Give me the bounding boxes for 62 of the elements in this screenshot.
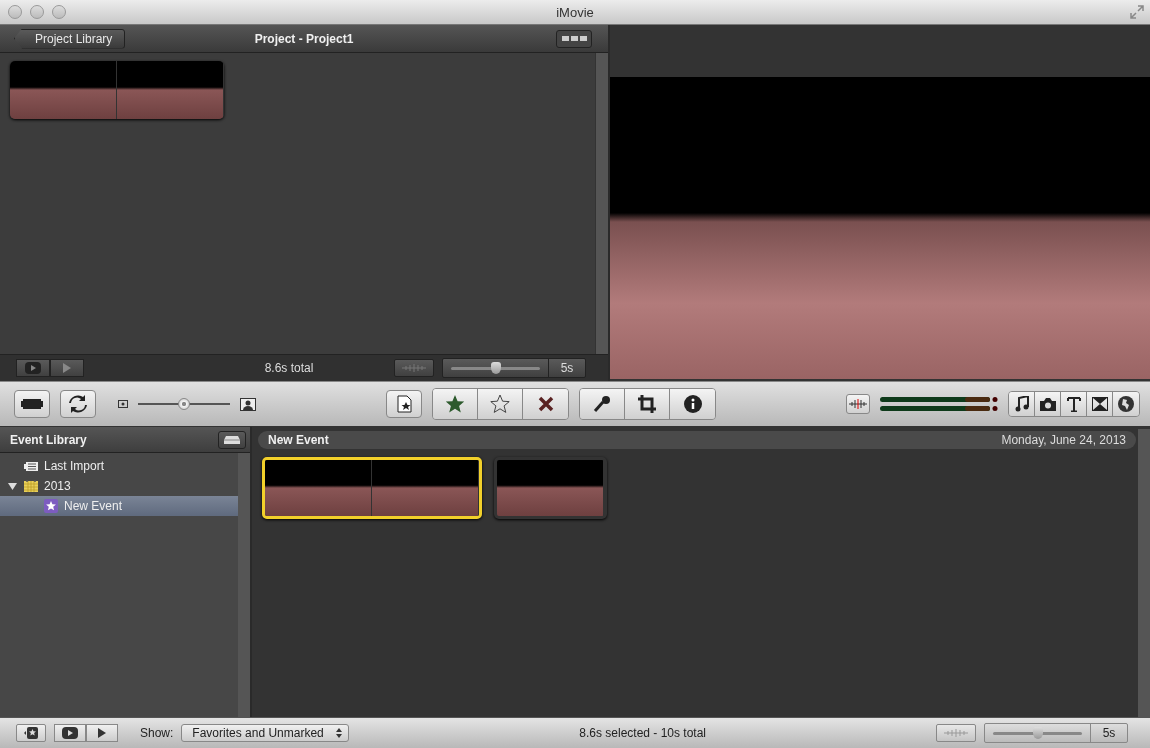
project-library-button[interactable]: Project Library — [14, 28, 126, 49]
small-thumbnail-icon — [118, 400, 128, 408]
window-title: iMovie — [556, 4, 594, 20]
scrollbar[interactable] — [1138, 429, 1150, 717]
camera-icon[interactable] — [1035, 392, 1061, 416]
add-to-project-button[interactable] — [386, 390, 422, 418]
show-favorites-button[interactable] — [16, 724, 46, 742]
info-icon[interactable] — [670, 389, 715, 419]
crop-icon[interactable] — [625, 389, 670, 419]
event-library-item[interactable]: 2013 — [0, 476, 238, 496]
event-date: Monday, June 24, 2013 — [1001, 433, 1126, 447]
scrollbar[interactable] — [595, 53, 608, 354]
event-library-item[interactable]: New Event — [0, 496, 238, 516]
waveform-toggle-button[interactable] — [936, 724, 976, 742]
play-fullscreen-icon — [62, 727, 78, 739]
disclosure-triangle-icon[interactable] — [8, 481, 18, 491]
selection-status: 8.6s selected - 10s total — [578, 726, 708, 740]
globe-icon[interactable] — [1113, 392, 1139, 416]
reject-icon[interactable] — [523, 389, 568, 419]
view-options-button[interactable] — [556, 29, 592, 48]
video-thumbnail[interactable] — [262, 457, 482, 519]
music-icon[interactable] — [1009, 392, 1035, 416]
video-thumbnail[interactable] — [494, 457, 607, 519]
play-icon — [62, 362, 72, 374]
project-total-duration: 8.6s total — [263, 361, 315, 375]
waveform-icon — [402, 364, 426, 372]
fullscreen-icon[interactable] — [1130, 5, 1144, 19]
event-library-title: Event Library — [10, 432, 88, 447]
document-star-icon — [394, 394, 414, 414]
stepper-arrows-icon — [336, 728, 343, 738]
scrollbar[interactable] — [238, 453, 250, 717]
video-thumbnail[interactable] — [10, 61, 224, 119]
show-label: Show: — [140, 726, 174, 740]
drive-icon — [224, 435, 240, 444]
camera-button[interactable] — [14, 390, 50, 418]
play-button[interactable] — [50, 359, 84, 377]
star-event-icon — [44, 499, 58, 513]
zoom-value: 5s — [1101, 725, 1117, 742]
play-icon — [97, 727, 107, 739]
event-library-item[interactable]: Last Import — [0, 456, 238, 476]
large-thumbnail-icon — [240, 397, 256, 411]
play-fullscreen-icon — [25, 362, 41, 374]
waveform-icon — [944, 729, 968, 737]
drive-button[interactable] — [218, 430, 246, 449]
audio-waveform-button[interactable] — [846, 394, 870, 414]
event-title: New Event — [268, 433, 330, 447]
film-roll-icon — [24, 460, 38, 472]
thumbnail-size-slider[interactable] — [138, 397, 230, 411]
swap-arrows-icon — [68, 395, 88, 413]
show-dropdown[interactable]: Favorites and Unmarked — [181, 724, 350, 742]
video-camera-icon — [21, 397, 43, 411]
project-title: Project - Project1 — [254, 31, 354, 46]
calendar-icon — [24, 480, 38, 492]
swap-button[interactable] — [60, 390, 96, 418]
microphone-icon[interactable] — [580, 389, 625, 419]
play-fullscreen-button[interactable] — [54, 724, 86, 742]
play-button[interactable] — [86, 724, 118, 742]
waveform-toggle-button[interactable] — [394, 359, 434, 377]
text-icon[interactable] — [1061, 392, 1087, 416]
zoom-value: 5s — [559, 360, 575, 377]
transition-icon[interactable] — [1087, 392, 1113, 416]
waveform-icon — [849, 399, 867, 409]
